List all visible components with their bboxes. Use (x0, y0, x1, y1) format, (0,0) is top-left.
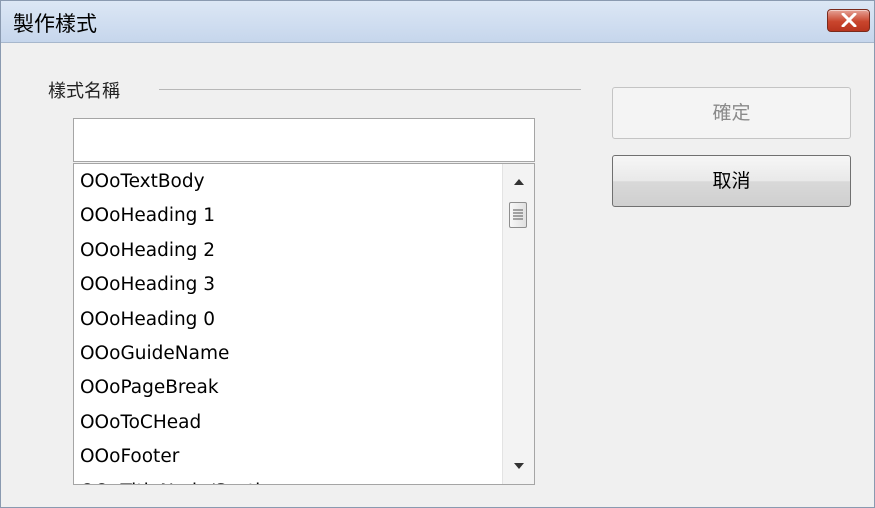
title-bar[interactable]: 製作樣式 (1, 1, 874, 43)
list-item[interactable]: OOoHeading 1 (74, 198, 500, 232)
list-item[interactable]: OOoTextBody (74, 164, 500, 198)
scroll-thumb[interactable] (509, 202, 527, 228)
style-name-input[interactable] (73, 118, 535, 162)
style-list-items: OOoTextBody OOoHeading 1 OOoHeading 2 OO… (74, 164, 500, 484)
grip-icon (513, 209, 523, 220)
arrow-down-icon (514, 463, 524, 469)
group-divider (159, 89, 581, 90)
window-title: 製作樣式 (13, 12, 97, 36)
scroll-down-button[interactable] (503, 448, 534, 484)
style-list[interactable]: OOoTextBody OOoHeading 1 OOoHeading 2 OO… (73, 163, 535, 485)
close-icon (841, 13, 857, 27)
arrow-up-icon (514, 179, 524, 185)
style-name-group-label: 樣式名稱 (48, 77, 128, 103)
list-item[interactable]: OOoHeading 0 (74, 302, 500, 336)
list-item[interactable]: OOoHeading 3 (74, 267, 500, 301)
list-item[interactable]: OOoGuideName (74, 336, 500, 370)
list-item[interactable]: OOoHeading 2 (74, 233, 500, 267)
vertical-scrollbar[interactable] (502, 164, 534, 484)
cancel-button[interactable]: 取消 (612, 155, 851, 207)
list-item[interactable]: OOoPageBreak (74, 370, 500, 404)
ok-button[interactable]: 確定 (612, 87, 851, 139)
list-item[interactable]: OOoToCHead (74, 405, 500, 439)
scroll-up-button[interactable] (503, 164, 534, 200)
create-style-dialog: 製作樣式 樣式名稱 OOoTextBody OOoHeading 1 OOoHe… (0, 0, 875, 508)
list-item[interactable]: OOoFooter (74, 439, 500, 473)
list-item[interactable]: OOoTitleNode/Section (74, 474, 500, 484)
close-button[interactable] (827, 9, 870, 32)
